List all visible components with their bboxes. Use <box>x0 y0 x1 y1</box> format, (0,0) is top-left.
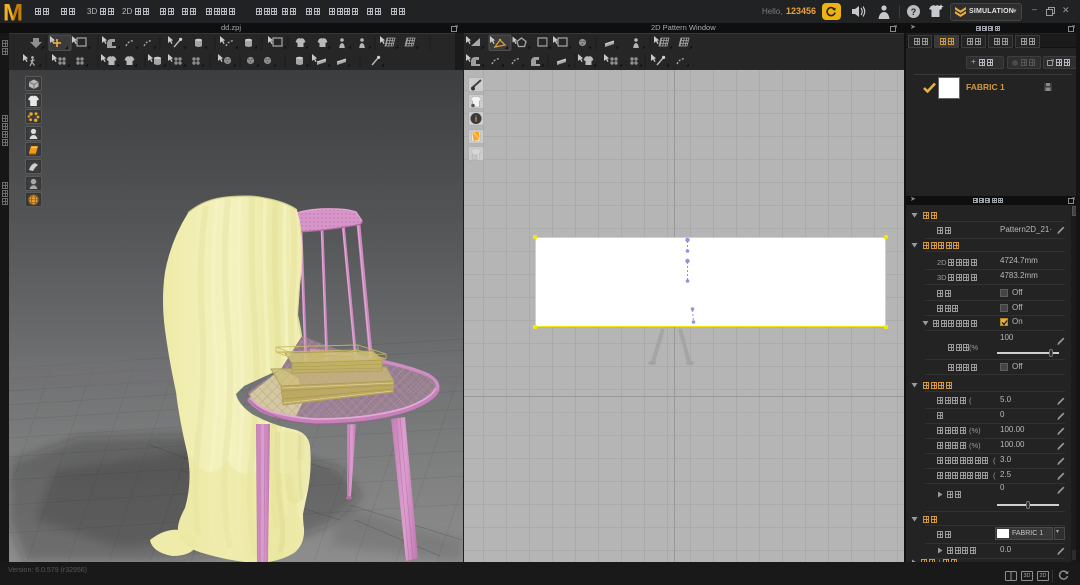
svg-text:M: M <box>3 2 23 21</box>
svg-text:i: i <box>475 115 477 124</box>
svg-text:?: ? <box>911 7 917 17</box>
